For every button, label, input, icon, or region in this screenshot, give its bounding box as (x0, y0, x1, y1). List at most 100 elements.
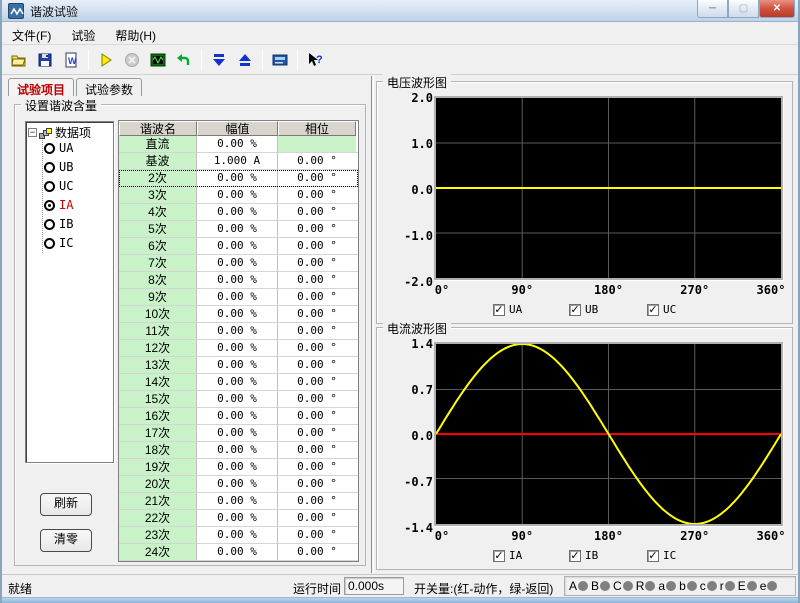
move-up-button[interactable] (232, 48, 258, 72)
phase-cell[interactable]: 0.00 ° (278, 425, 356, 441)
table-row[interactable]: 24次0.00 %0.00 ° (119, 544, 358, 561)
amplitude-cell[interactable]: 0.00 % (197, 170, 278, 186)
table-row[interactable]: 16次0.00 %0.00 ° (119, 408, 358, 425)
table-row[interactable]: 2次0.00 %0.00 ° (119, 170, 358, 187)
table-row[interactable]: 21次0.00 %0.00 ° (119, 493, 358, 510)
table-row[interactable]: 12次0.00 %0.00 ° (119, 340, 358, 357)
amplitude-cell[interactable]: 0.00 % (197, 238, 278, 254)
table-row[interactable]: 20次0.00 %0.00 ° (119, 476, 358, 493)
checkbox-icon[interactable]: ✓ (493, 550, 505, 562)
tree-item-IB[interactable]: IB (26, 217, 113, 236)
maximize-button[interactable]: ▢ (728, 0, 759, 18)
table-row[interactable]: 直流0.00 % (119, 136, 358, 153)
phase-cell[interactable]: 0.00 ° (278, 374, 356, 390)
amplitude-cell[interactable]: 0.00 % (197, 187, 278, 203)
phase-cell[interactable]: 0.00 ° (278, 153, 356, 169)
context-help-button[interactable]: ? (302, 48, 328, 72)
phase-cell[interactable]: 0.00 ° (278, 357, 356, 373)
table-row[interactable]: 3次0.00 %0.00 ° (119, 187, 358, 204)
phase-cell[interactable] (278, 136, 356, 152)
phase-cell[interactable]: 0.00 ° (278, 289, 356, 305)
table-row[interactable]: 11次0.00 %0.00 ° (119, 323, 358, 340)
checkbox-IA[interactable]: ✓IA (493, 549, 522, 562)
phase-cell[interactable]: 0.00 ° (278, 527, 356, 543)
table-row[interactable]: 19次0.00 %0.00 ° (119, 459, 358, 476)
amplitude-cell[interactable]: 0.00 % (197, 221, 278, 237)
move-down-button[interactable] (206, 48, 232, 72)
amplitude-cell[interactable]: 0.00 % (197, 323, 278, 339)
amplitude-cell[interactable]: 0.00 % (197, 510, 278, 526)
amplitude-cell[interactable]: 0.00 % (197, 374, 278, 390)
checkbox-icon[interactable]: ✓ (569, 550, 581, 562)
phase-cell[interactable]: 0.00 ° (278, 493, 356, 509)
radio-IB[interactable] (44, 219, 55, 230)
phase-cell[interactable]: 0.00 ° (278, 510, 356, 526)
table-row[interactable]: 6次0.00 %0.00 ° (119, 238, 358, 255)
amplitude-cell[interactable]: 0.00 % (197, 442, 278, 458)
radio-IC[interactable] (44, 238, 55, 249)
tree-item-UB[interactable]: UB (26, 160, 113, 179)
amplitude-cell[interactable]: 0.00 % (197, 493, 278, 509)
table-row[interactable]: 9次0.00 %0.00 ° (119, 289, 358, 306)
radio-UC[interactable] (44, 181, 55, 192)
open-file-button[interactable] (6, 48, 32, 72)
tree-item-IA[interactable]: IA (26, 198, 113, 217)
phase-cell[interactable]: 0.00 ° (278, 391, 356, 407)
tab-inactive[interactable]: 试验参数 (76, 78, 142, 96)
device-panel-button[interactable] (267, 48, 293, 72)
amplitude-cell[interactable]: 0.00 % (197, 136, 278, 152)
refresh-button[interactable]: 刷新 (40, 493, 92, 516)
amplitude-cell[interactable]: 0.00 % (197, 289, 278, 305)
phase-cell[interactable]: 0.00 ° (278, 476, 356, 492)
checkbox-UB[interactable]: ✓UB (569, 303, 598, 316)
tab-active[interactable]: 试验项目 (8, 78, 74, 96)
phase-cell[interactable]: 0.00 ° (278, 238, 356, 254)
amplitude-cell[interactable]: 0.00 % (197, 425, 278, 441)
waveform-view-button[interactable] (145, 48, 171, 72)
tree-item-UC[interactable]: UC (26, 179, 113, 198)
undo-button[interactable] (171, 48, 197, 72)
table-row[interactable]: 10次0.00 %0.00 ° (119, 306, 358, 323)
amplitude-cell[interactable]: 0.00 % (197, 391, 278, 407)
checkbox-UC[interactable]: ✓UC (647, 303, 676, 316)
table-row[interactable]: 7次0.00 %0.00 ° (119, 255, 358, 272)
table-row[interactable]: 17次0.00 %0.00 ° (119, 425, 358, 442)
amplitude-cell[interactable]: 0.00 % (197, 340, 278, 356)
phase-cell[interactable]: 0.00 ° (278, 459, 356, 475)
amplitude-cell[interactable]: 0.00 % (197, 408, 278, 424)
minimize-button[interactable]: ─ (697, 0, 728, 18)
phase-cell[interactable]: 0.00 ° (278, 442, 356, 458)
tree-item-UA[interactable]: UA (26, 141, 113, 160)
amplitude-cell[interactable]: 0.00 % (197, 527, 278, 543)
amplitude-cell[interactable]: 0.00 % (197, 272, 278, 288)
amplitude-cell[interactable]: 0.00 % (197, 357, 278, 373)
phase-cell[interactable]: 0.00 ° (278, 255, 356, 271)
checkbox-IC[interactable]: ✓IC (647, 549, 676, 562)
table-row[interactable]: 15次0.00 %0.00 ° (119, 391, 358, 408)
panel-splitter[interactable] (371, 76, 374, 573)
phase-cell[interactable]: 0.00 ° (278, 272, 356, 288)
export-word-button[interactable]: W (58, 48, 84, 72)
clear-button[interactable]: 清零 (40, 529, 92, 552)
menu-item[interactable]: 文件(F) (2, 23, 61, 45)
save-button[interactable] (32, 48, 58, 72)
phase-cell[interactable]: 0.00 ° (278, 204, 356, 220)
table-row[interactable]: 18次0.00 %0.00 ° (119, 442, 358, 459)
table-row[interactable]: 23次0.00 %0.00 ° (119, 527, 358, 544)
tree-root[interactable]: −数据项 (26, 122, 113, 141)
phase-cell[interactable]: 0.00 ° (278, 340, 356, 356)
checkbox-icon[interactable]: ✓ (647, 304, 659, 316)
checkbox-UA[interactable]: ✓UA (493, 303, 522, 316)
table-row[interactable]: 基波1.000 A0.00 ° (119, 153, 358, 170)
table-row[interactable]: 13次0.00 %0.00 ° (119, 357, 358, 374)
radio-UA[interactable] (44, 143, 55, 154)
start-test-button[interactable] (93, 48, 119, 72)
phase-cell[interactable]: 0.00 ° (278, 170, 356, 186)
stop-test-button[interactable] (119, 48, 145, 72)
table-row[interactable]: 8次0.00 %0.00 ° (119, 272, 358, 289)
table-row[interactable]: 4次0.00 %0.00 ° (119, 204, 358, 221)
phase-cell[interactable]: 0.00 ° (278, 306, 356, 322)
amplitude-cell[interactable]: 0.00 % (197, 255, 278, 271)
phase-cell[interactable]: 0.00 ° (278, 323, 356, 339)
phase-cell[interactable]: 0.00 ° (278, 544, 356, 560)
